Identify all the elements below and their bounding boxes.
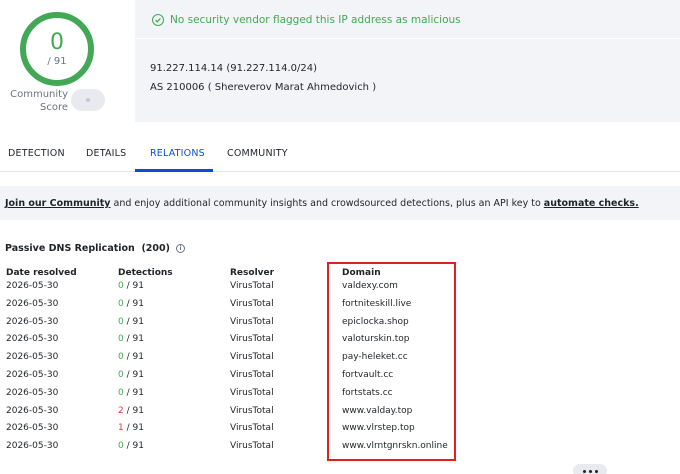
resolver-cell: VirusTotal <box>230 423 274 434</box>
join-community-link[interactable]: Join our Community <box>5 198 110 209</box>
autonomous-system: AS 210006 ( Shereverov Marat Ahmedovich … <box>150 82 377 93</box>
community-score-control[interactable] <box>71 89 105 111</box>
resolver-cell: VirusTotal <box>230 316 274 327</box>
info-icon[interactable]: i <box>175 244 185 253</box>
date-cell: 2026-05-30 <box>6 281 59 291</box>
community-score-label: Community Score <box>8 88 68 114</box>
detections-total: / 91 <box>123 405 144 416</box>
detections-total: / 91 <box>123 387 144 398</box>
detections-cell: 0 / 91 <box>118 317 144 327</box>
date-cell: 2026-05-30 <box>6 441 59 452</box>
community-score-dot <box>86 98 90 102</box>
detections-total: / 91 <box>123 370 144 380</box>
date-cell: 2026-05-30 <box>6 423 59 434</box>
resolver-cell: VirusTotal <box>230 405 274 416</box>
automate-checks-link[interactable]: automate checks. <box>544 198 639 209</box>
resolver-cell: VirusTotal <box>230 334 274 345</box>
detections-total: / 91 <box>123 441 144 452</box>
column-header-detections: Detections <box>118 268 173 278</box>
score-label-line: Score <box>39 102 68 113</box>
detection-total: / 91 <box>47 55 67 67</box>
resolver-cell: VirusTotal <box>230 352 274 363</box>
ip-address: 91.227.114.14 (91.227.114.0/24) <box>150 63 318 74</box>
tab-bar: DETECTION DETAILS RELATIONS COMMUNITY <box>0 142 680 172</box>
resolver-cell: VirusTotal <box>230 387 274 398</box>
detections-cell: 0 / 91 <box>118 441 144 451</box>
more-dot <box>582 469 586 473</box>
passive-dns-heading: Passive DNS Replication (200) i <box>5 243 185 254</box>
column-header-resolver: Resolver <box>230 268 275 278</box>
tab-community[interactable]: COMMUNITY <box>227 148 288 159</box>
date-cell: 2026-05-30 <box>6 334 59 345</box>
detections-total: / 91 <box>123 281 144 291</box>
detections-cell: 1 / 91 <box>118 423 144 433</box>
detections-cell: 0 / 91 <box>118 281 144 291</box>
detections-cell: 0 / 91 <box>118 370 144 380</box>
resolver-cell: VirusTotal <box>230 370 274 380</box>
date-cell: 2026-05-30 <box>6 387 59 398</box>
detection-count: 0 <box>50 29 64 55</box>
detection-score-ring: 0 / 91 <box>20 12 94 86</box>
detections-cell: 0 / 91 <box>118 388 144 398</box>
date-cell: 2026-05-30 <box>6 298 59 309</box>
passive-dns-title: Passive DNS Replication <box>5 243 135 254</box>
tab-detection[interactable]: DETECTION <box>8 148 65 159</box>
detections-total: / 91 <box>123 298 144 309</box>
summary-divider <box>135 38 680 39</box>
resolver-cell: VirusTotal <box>230 441 274 452</box>
active-tab-indicator <box>135 169 213 172</box>
community-label-line: Community <box>10 89 68 100</box>
column-header-date: Date resolved <box>6 268 77 278</box>
detections-total: / 91 <box>123 316 144 327</box>
date-cell: 2026-05-30 <box>6 370 59 380</box>
detections-cell: 2 / 91 <box>118 406 144 416</box>
more-options-button[interactable] <box>573 464 607 474</box>
detections-cell: 0 / 91 <box>118 352 144 362</box>
date-cell: 2026-05-30 <box>6 405 59 416</box>
check-circle-icon <box>152 14 164 26</box>
clean-status-alert: No security vendor flagged this IP addre… <box>152 14 461 26</box>
detections-cell: 0 / 91 <box>118 299 144 309</box>
detections-cell: 0 / 91 <box>118 334 144 344</box>
date-cell: 2026-05-30 <box>6 316 59 327</box>
resolver-cell: VirusTotal <box>230 298 274 309</box>
detections-total: / 91 <box>123 352 144 363</box>
tab-details[interactable]: DETAILS <box>86 148 126 159</box>
resolver-cell: VirusTotal <box>230 281 274 291</box>
community-banner-text: Join our Community and enjoy additional … <box>5 198 639 209</box>
clean-status-text: No security vendor flagged this IP addre… <box>170 14 461 26</box>
date-cell: 2026-05-30 <box>6 352 59 363</box>
tab-relations[interactable]: RELATIONS <box>150 148 205 159</box>
passive-dns-count: (200) <box>141 243 170 254</box>
more-dot <box>588 469 592 473</box>
domain-column-highlight <box>327 262 456 461</box>
banner-message: and enjoy additional community insights … <box>110 198 544 209</box>
detections-total: / 91 <box>123 334 144 345</box>
more-dot <box>594 469 598 473</box>
detections-total: / 91 <box>123 423 144 434</box>
